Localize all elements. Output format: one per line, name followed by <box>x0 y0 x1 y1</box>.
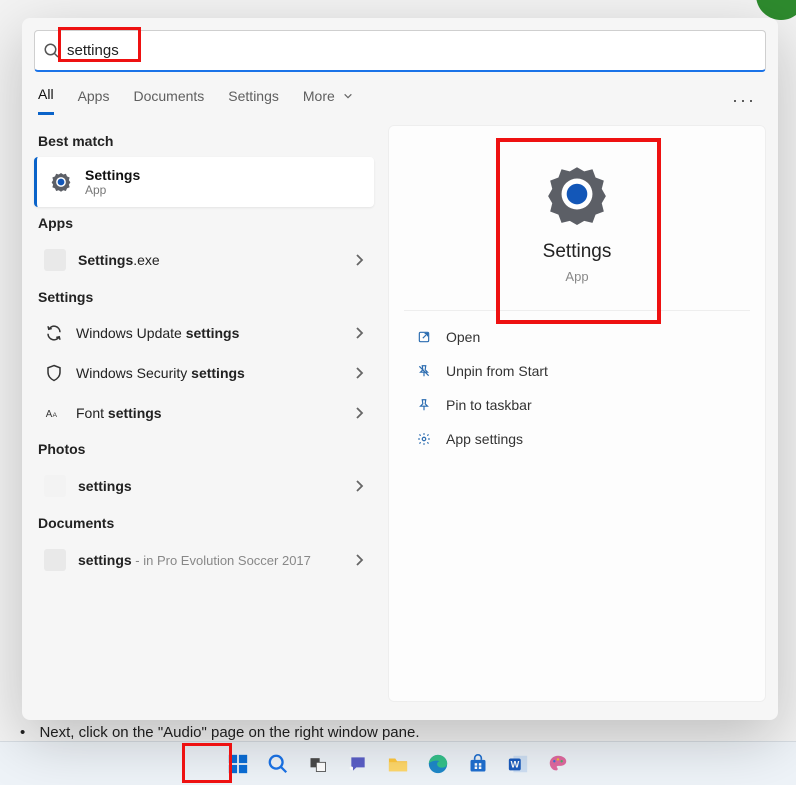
tab-apps[interactable]: Apps <box>78 88 110 114</box>
result-photo-settings[interactable]: settings <box>34 465 374 507</box>
chevron-right-icon <box>354 253 364 267</box>
search-box[interactable] <box>34 30 766 72</box>
preview-title: Settings <box>404 241 750 263</box>
svg-text:A: A <box>53 412 58 419</box>
folder-icon <box>387 754 409 774</box>
best-match-result[interactable]: Settings App <box>34 157 374 207</box>
search-icon <box>43 42 61 60</box>
chevron-right-icon <box>354 479 364 493</box>
chevron-right-icon <box>354 553 364 567</box>
pin-icon <box>416 397 432 413</box>
action-label: Open <box>446 329 480 345</box>
page-body-text: • Next, click on the "Audio" page on the… <box>20 724 419 741</box>
search-row <box>22 18 778 72</box>
result-label: settings - in Pro Evolution Soccer 2017 <box>78 552 342 568</box>
word-button[interactable]: W <box>503 749 533 779</box>
result-document-settings[interactable]: settings - in Pro Evolution Soccer 2017 <box>34 539 374 581</box>
gear-small-icon <box>416 431 432 447</box>
doc-thumb-icon <box>44 549 66 571</box>
taskbar: W <box>0 741 796 785</box>
result-settings-exe[interactable]: Settings.exe <box>34 239 374 281</box>
start-button[interactable] <box>223 749 253 779</box>
result-label: Settings.exe <box>78 252 342 268</box>
store-icon <box>468 754 488 774</box>
font-icon: AA <box>44 403 64 423</box>
result-windows-update-settings[interactable]: Windows Update settings <box>34 313 374 353</box>
edge-button[interactable] <box>423 749 453 779</box>
app-thumb-icon <box>44 249 66 271</box>
paint-button[interactable] <box>543 749 573 779</box>
section-best-match: Best match <box>34 125 374 157</box>
taskbar-search-button[interactable] <box>263 749 293 779</box>
unpin-icon <box>416 363 432 379</box>
result-windows-security-settings[interactable]: Windows Security settings <box>34 353 374 393</box>
chat-button[interactable] <box>343 749 373 779</box>
chat-icon <box>348 754 368 774</box>
filter-tabs: All Apps Documents Settings More ··· <box>22 72 778 115</box>
tab-settings[interactable]: Settings <box>228 88 279 114</box>
shield-icon <box>44 363 64 383</box>
preview-header[interactable]: Settings App <box>404 141 750 311</box>
more-options-button[interactable]: ··· <box>732 90 762 111</box>
bullet: • <box>20 724 25 741</box>
action-label: Unpin from Start <box>446 363 548 379</box>
word-icon: W <box>507 753 529 775</box>
section-photos: Photos <box>34 433 374 465</box>
gear-icon <box>49 170 73 194</box>
search-icon <box>267 753 289 775</box>
open-icon <box>416 329 432 345</box>
task-view-icon <box>308 754 328 774</box>
result-label: Windows Security settings <box>76 365 342 381</box>
preview-actions: Open Unpin from Start Pin to taskbar <box>404 311 750 465</box>
action-app-settings[interactable]: App settings <box>410 427 744 451</box>
best-match-title: Settings <box>85 167 140 183</box>
results-left-column: Best match Settings App Apps Settings.ex… <box>34 125 374 702</box>
task-view-button[interactable] <box>303 749 333 779</box>
palette-icon <box>547 753 569 775</box>
preview-sub: App <box>404 269 750 284</box>
tab-more[interactable]: More <box>303 88 353 114</box>
gear-icon <box>544 161 610 227</box>
tab-more-label: More <box>303 88 335 104</box>
file-explorer-button[interactable] <box>383 749 413 779</box>
bg-artifact-circle <box>756 0 796 20</box>
section-settings: Settings <box>34 281 374 313</box>
preview-pane: Settings App Open Unpin from Start <box>388 125 766 702</box>
result-label: Font settings <box>76 405 342 421</box>
chevron-right-icon <box>354 326 364 340</box>
svg-text:W: W <box>511 759 520 769</box>
action-label: App settings <box>446 431 523 447</box>
photo-thumb-icon <box>44 475 66 497</box>
search-results-panel: All Apps Documents Settings More ··· Bes… <box>22 18 778 720</box>
action-pin-taskbar[interactable]: Pin to taskbar <box>410 393 744 417</box>
results-body: Best match Settings App Apps Settings.ex… <box>22 115 778 720</box>
action-unpin-start[interactable]: Unpin from Start <box>410 359 744 383</box>
chevron-down-icon <box>343 91 353 101</box>
best-match-sub: App <box>85 183 140 197</box>
chevron-right-icon <box>354 366 364 380</box>
svg-text:A: A <box>46 409 53 420</box>
action-open[interactable]: Open <box>410 325 744 349</box>
edge-icon <box>427 753 449 775</box>
search-input[interactable] <box>67 42 757 59</box>
result-font-settings[interactable]: AA Font settings <box>34 393 374 433</box>
behind-text-content: Next, click on the "Audio" page on the r… <box>39 724 419 741</box>
windows-logo-icon <box>227 753 249 775</box>
best-match-text: Settings App <box>85 167 140 197</box>
result-label: Windows Update settings <box>76 325 342 341</box>
tab-documents[interactable]: Documents <box>133 88 204 114</box>
tab-all[interactable]: All <box>38 86 54 115</box>
store-button[interactable] <box>463 749 493 779</box>
chevron-right-icon <box>354 406 364 420</box>
result-label: settings <box>78 478 342 494</box>
action-label: Pin to taskbar <box>446 397 532 413</box>
refresh-icon <box>44 323 64 343</box>
section-documents: Documents <box>34 507 374 539</box>
section-apps: Apps <box>34 207 374 239</box>
